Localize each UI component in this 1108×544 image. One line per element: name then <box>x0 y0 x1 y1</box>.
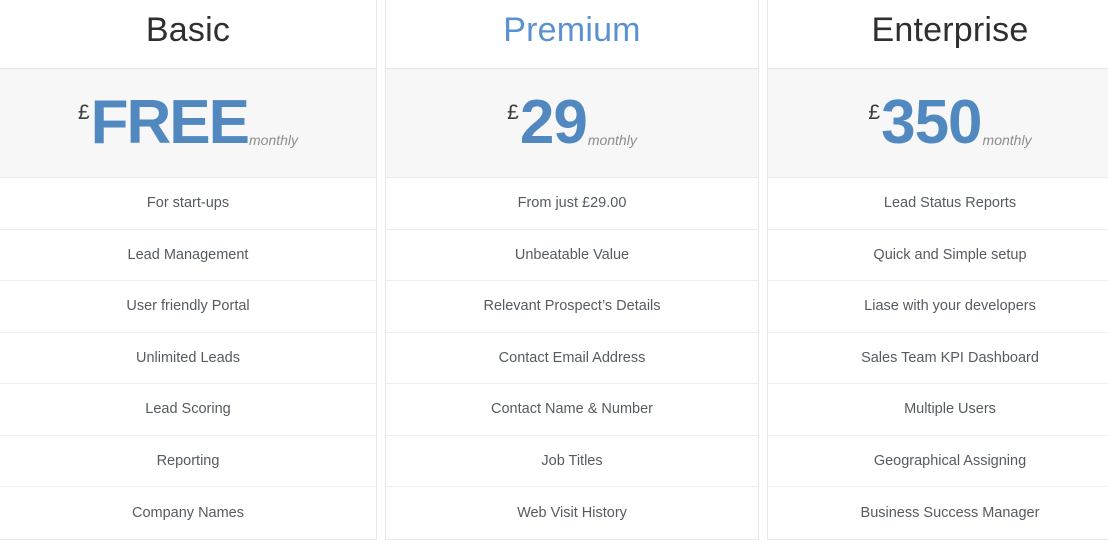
pricing-card-enterprise[interactable]: Enterprise £ 350 monthly Lead Status Rep… <box>767 0 1108 540</box>
list-item: For start-ups <box>0 178 376 230</box>
list-item: Sales Team KPI Dashboard <box>768 333 1108 384</box>
list-item: Contact Email Address <box>386 333 758 384</box>
pricing-table: Basic £ FREE monthly For start-ups Lead … <box>0 0 1108 544</box>
price-band-enterprise: £ 350 monthly <box>768 68 1108 178</box>
list-item: Lead Status Reports <box>768 178 1108 230</box>
list-item: Multiple Users <box>768 384 1108 436</box>
plan-title-enterprise: Enterprise <box>768 0 1108 68</box>
price-band-premium: £ 29 monthly <box>386 68 758 178</box>
pricing-card-premium[interactable]: Premium £ 29 monthly From just £29.00 Un… <box>385 0 759 540</box>
list-item: Job Titles <box>386 436 758 487</box>
list-item: Web Visit History <box>517 504 627 521</box>
price-band-basic: £ FREE monthly <box>0 68 376 178</box>
price-amount: 350 <box>881 87 982 157</box>
plan-title-premium: Premium <box>386 0 758 68</box>
list-item: Liase with your developers <box>768 281 1108 333</box>
pricing-card-basic[interactable]: Basic £ FREE monthly For start-ups Lead … <box>0 0 377 540</box>
list-item: Unlimited Leads <box>0 333 376 384</box>
price-period: monthly <box>587 132 637 149</box>
list-item: Unbeatable Value <box>386 230 758 281</box>
currency-symbol: £ <box>77 101 90 125</box>
list-item: Geographical Assigning <box>768 436 1108 487</box>
list-item: Business Success Manager <box>860 504 1040 521</box>
feature-list-basic: For start-ups Lead Management User frien… <box>0 178 376 539</box>
list-item: Company Names <box>131 504 244 521</box>
list-item: From just £29.00 <box>386 178 758 230</box>
price-amount: FREE <box>90 87 250 157</box>
price-period: monthly <box>249 132 299 149</box>
list-item: Lead Management <box>0 230 376 281</box>
list-item: Quick and Simple setup <box>768 230 1108 281</box>
currency-symbol: £ <box>868 101 881 125</box>
feature-list-premium: From just £29.00 Unbeatable Value Releva… <box>386 178 758 539</box>
list-item: User friendly Portal <box>0 281 376 333</box>
list-item: Reporting <box>0 436 376 487</box>
list-item: Relevant Prospect’s Details <box>386 281 758 333</box>
price-amount: 29 <box>519 87 588 157</box>
feature-list-enterprise: Lead Status Reports Quick and Simple set… <box>768 178 1108 539</box>
list-item: Lead Scoring <box>0 384 376 436</box>
currency-symbol: £ <box>507 101 519 125</box>
plan-title-basic: Basic <box>0 0 376 68</box>
price-period: monthly <box>982 132 1032 149</box>
list-item: Contact Name & Number <box>386 384 758 436</box>
